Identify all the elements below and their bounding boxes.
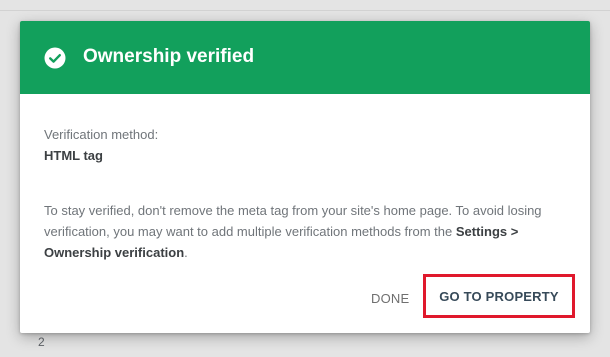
description-end: . (184, 245, 188, 260)
background-divider (0, 10, 610, 11)
verification-method-value: HTML tag (44, 148, 103, 163)
background-page-number: 2 (38, 335, 45, 349)
verification-method-label: Verification method: (44, 127, 159, 142)
dialog-header: Ownership verified (20, 21, 590, 94)
done-button[interactable]: DONE (371, 291, 409, 306)
ownership-verified-dialog: Ownership verified Verification method: … (20, 21, 590, 333)
go-to-property-label: GO TO PROPERTY (439, 288, 559, 304)
check-circle-icon (44, 47, 66, 69)
dialog-title: Ownership verified (83, 46, 255, 67)
go-to-property-button[interactable]: GO TO PROPERTY (423, 274, 575, 318)
verification-description: To stay verified, don't remove the meta … (44, 200, 569, 263)
